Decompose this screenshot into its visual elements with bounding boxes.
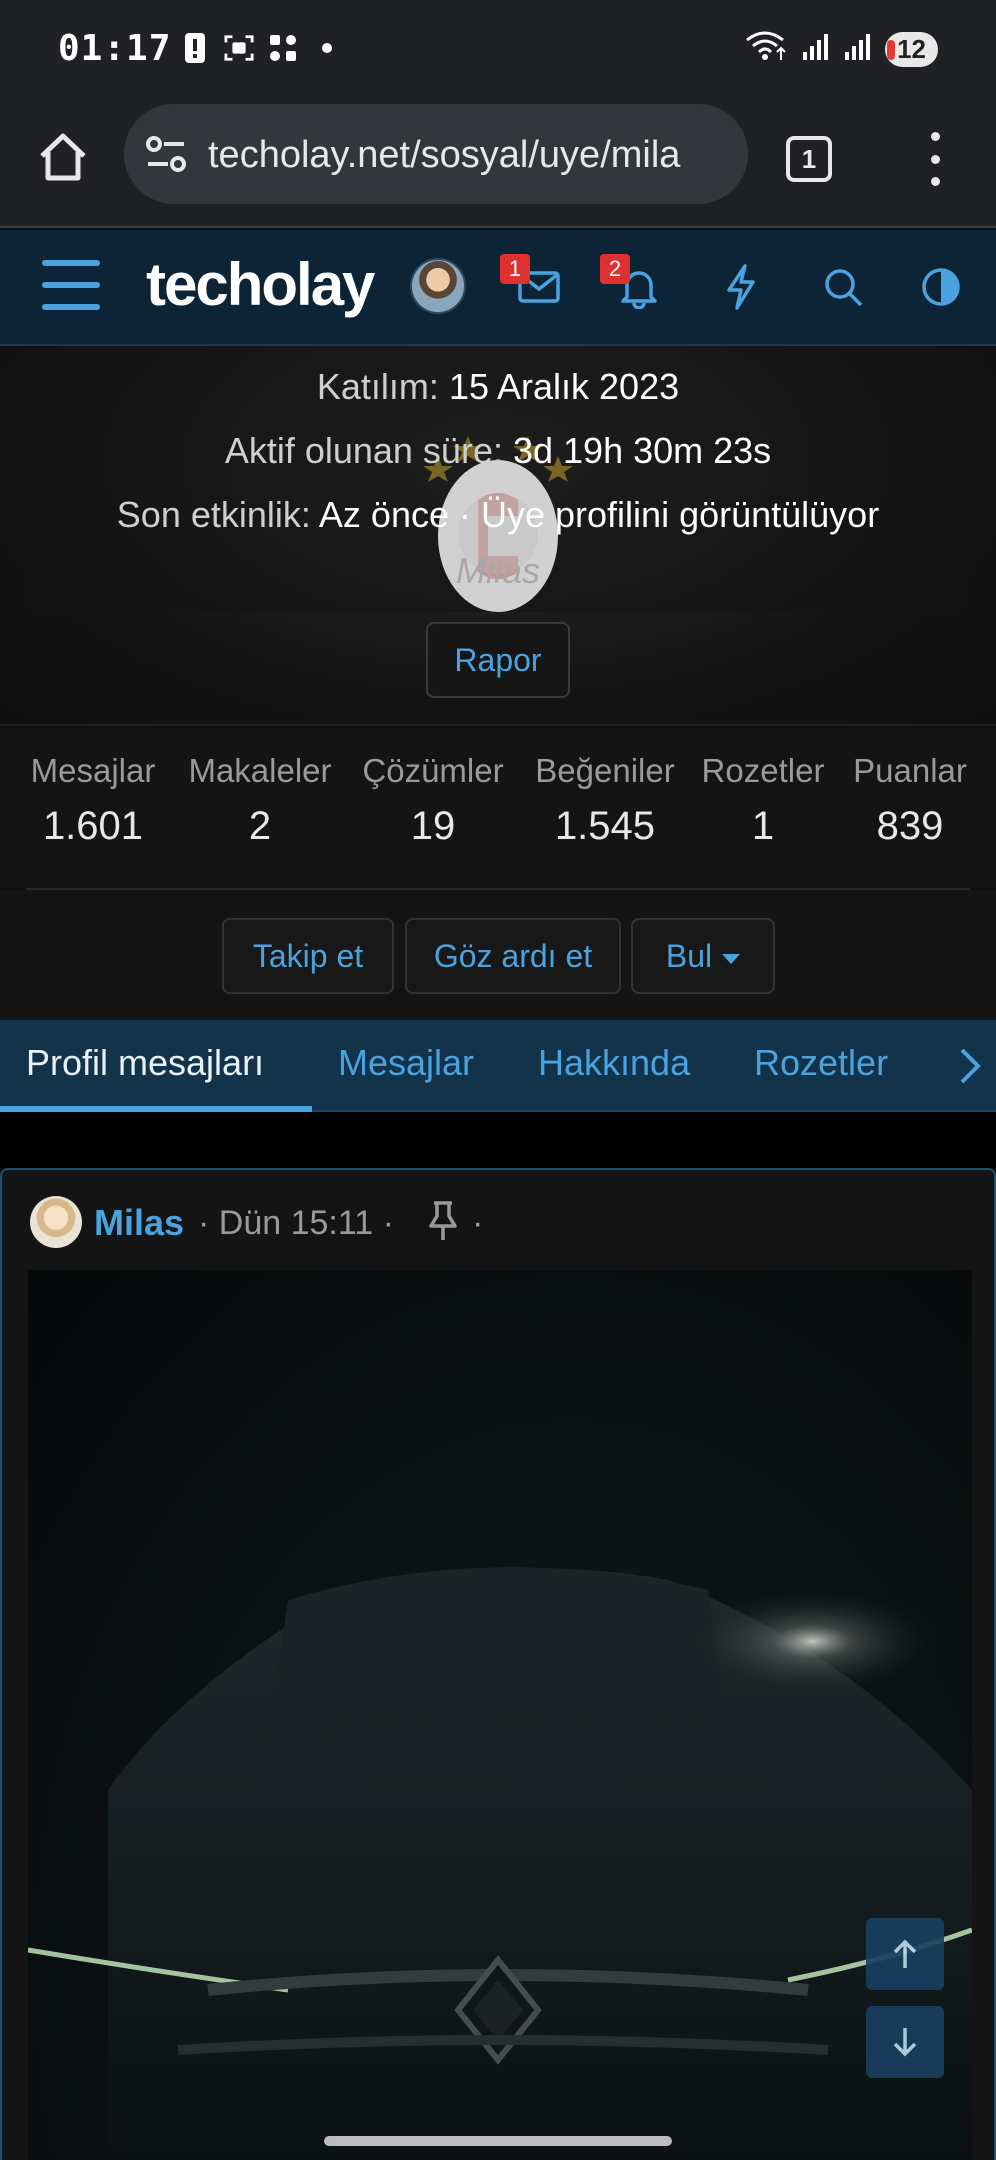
ignore-button[interactable]: Göz ardı et [405,918,621,994]
signal-icon-2 [843,32,873,67]
active-time-value: 3d 19h 30m 23s [512,430,772,471]
post-author-avatar[interactable] [30,1196,82,1248]
status-time: 01:17 [58,28,172,69]
find-label: Bul [665,938,713,974]
find-dropdown-button[interactable]: Bul [631,918,775,994]
post-author-name[interactable]: Milas [94,1202,184,1244]
scroll-to-top-button[interactable] [866,1918,944,1990]
stat-value: 2 [248,804,272,848]
dot-icon [312,30,342,66]
profile-banner: Katılım: 15 Aralık 2023 Aktif olunan sür… [0,346,996,726]
grid-icon [268,30,298,66]
stat-label: Puanlar [853,752,967,789]
post-timestamp[interactable]: · Dün 15:11 · [198,1204,394,1243]
alert-icon [180,30,210,66]
joined-line: Katılım: 15 Aralık 2023 [0,366,996,408]
site-settings-icon[interactable] [144,134,188,174]
status-bar: 01:17 12 [0,0,996,100]
stat-articles[interactable]: Makaleler 2 [182,752,338,849]
stat-value: 19 [410,804,456,848]
screenshot-icon [224,30,254,66]
follow-button[interactable]: Takip et [222,918,394,994]
stat-value: 1 [751,804,775,848]
active-time-line: Aktif olunan süre: 3d 19h 30m 23s [0,430,996,472]
user-avatar[interactable] [410,258,466,314]
pin-icon [426,1200,460,1242]
home-icon [40,133,86,181]
hamburger-menu-icon[interactable] [42,260,100,310]
home-button[interactable] [34,128,92,186]
browser-menu-button[interactable] [920,132,950,186]
car-image [28,1560,972,2160]
stat-label: Mesajlar [30,752,156,789]
site-logo[interactable]: techolay [146,250,375,319]
url-text[interactable]: techolay.net/sosyal/uye/mila [208,134,728,177]
stat-solutions[interactable]: Çözümler 19 [358,752,508,849]
spacer [0,1112,996,1168]
status-icons-left [180,30,342,66]
last-activity-label: Son etkinlik: [116,494,311,535]
active-time-label: Aktif olunan süre: [224,430,503,471]
address-bar[interactable]: techolay.net/sosyal/uye/mila [124,104,748,204]
chevron-right-icon[interactable] [950,1046,990,1086]
lightning-icon[interactable] [716,262,766,312]
arrow-down-icon [893,2028,917,2057]
post-meta-separator: · [472,1204,484,1242]
wifi-icon [745,30,789,69]
status-icons-right: 12 [745,30,938,69]
tab-switcher-button[interactable]: 1 [786,136,832,182]
stat-badges[interactable]: Rozetler 1 [698,752,828,849]
stat-likes[interactable]: Beğeniler 1.545 [530,752,680,849]
stat-value: 839 [876,804,944,848]
battery-indicator: 12 [885,32,938,67]
inbox-badge: 1 [500,254,530,284]
tab-badges[interactable]: Rozetler [754,1042,888,1084]
stat-label: Rozetler [701,752,825,789]
stat-points[interactable]: Puanlar 839 [848,752,972,849]
report-button[interactable]: Rapor [426,622,570,698]
theme-toggle-icon[interactable] [916,262,966,312]
last-activity-line: Son etkinlik: Az önce · Üye profilini gö… [0,494,996,536]
caret-down-icon [722,953,741,964]
profile-actions: Takip et Göz ardı et Bul [0,890,996,1020]
last-activity-value[interactable]: Az önce · Üye profilini görüntülüyor [319,494,879,535]
joined-value: 15 Aralık 2023 [448,366,680,407]
signal-icon [801,32,831,67]
gesture-bar[interactable] [324,2136,672,2146]
stat-messages[interactable]: Mesajlar 1.601 [26,752,160,849]
tab-messages[interactable]: Mesajlar [338,1042,474,1084]
arrow-up-icon [893,1939,917,1968]
profile-post: Milas · Dün 15:11 · · [0,1168,996,2160]
tab-about[interactable]: Hakkında [538,1042,690,1084]
browser-toolbar: techolay.net/sosyal/uye/mila 1 [0,100,996,228]
stat-value: 1.545 [554,804,656,848]
post-image[interactable] [28,1270,972,2160]
stat-label: Beğeniler [535,752,675,789]
alerts-badge: 2 [600,254,630,284]
stat-label: Çözümler [362,752,504,789]
profile-username-italic: Milas [455,550,540,591]
joined-label: Katılım: [316,366,439,407]
stat-value: 1.601 [42,804,144,848]
profile-tabs: Profil mesajları Mesajlar Hakkında Rozet… [0,1020,996,1112]
profile-stats: Mesajlar 1.601 Makaleler 2 Çözümler 19 B… [0,728,996,888]
screen: 01:17 12 techolay.net/sosyal/uye/mila 1 … [0,0,996,2160]
scroll-to-bottom-button[interactable] [866,2006,944,2078]
stat-label: Makaleler [188,752,332,789]
tab-profile-posts[interactable]: Profil mesajları [26,1042,264,1084]
site-header: techolay 1 2 [0,230,996,346]
search-icon[interactable] [818,262,868,312]
